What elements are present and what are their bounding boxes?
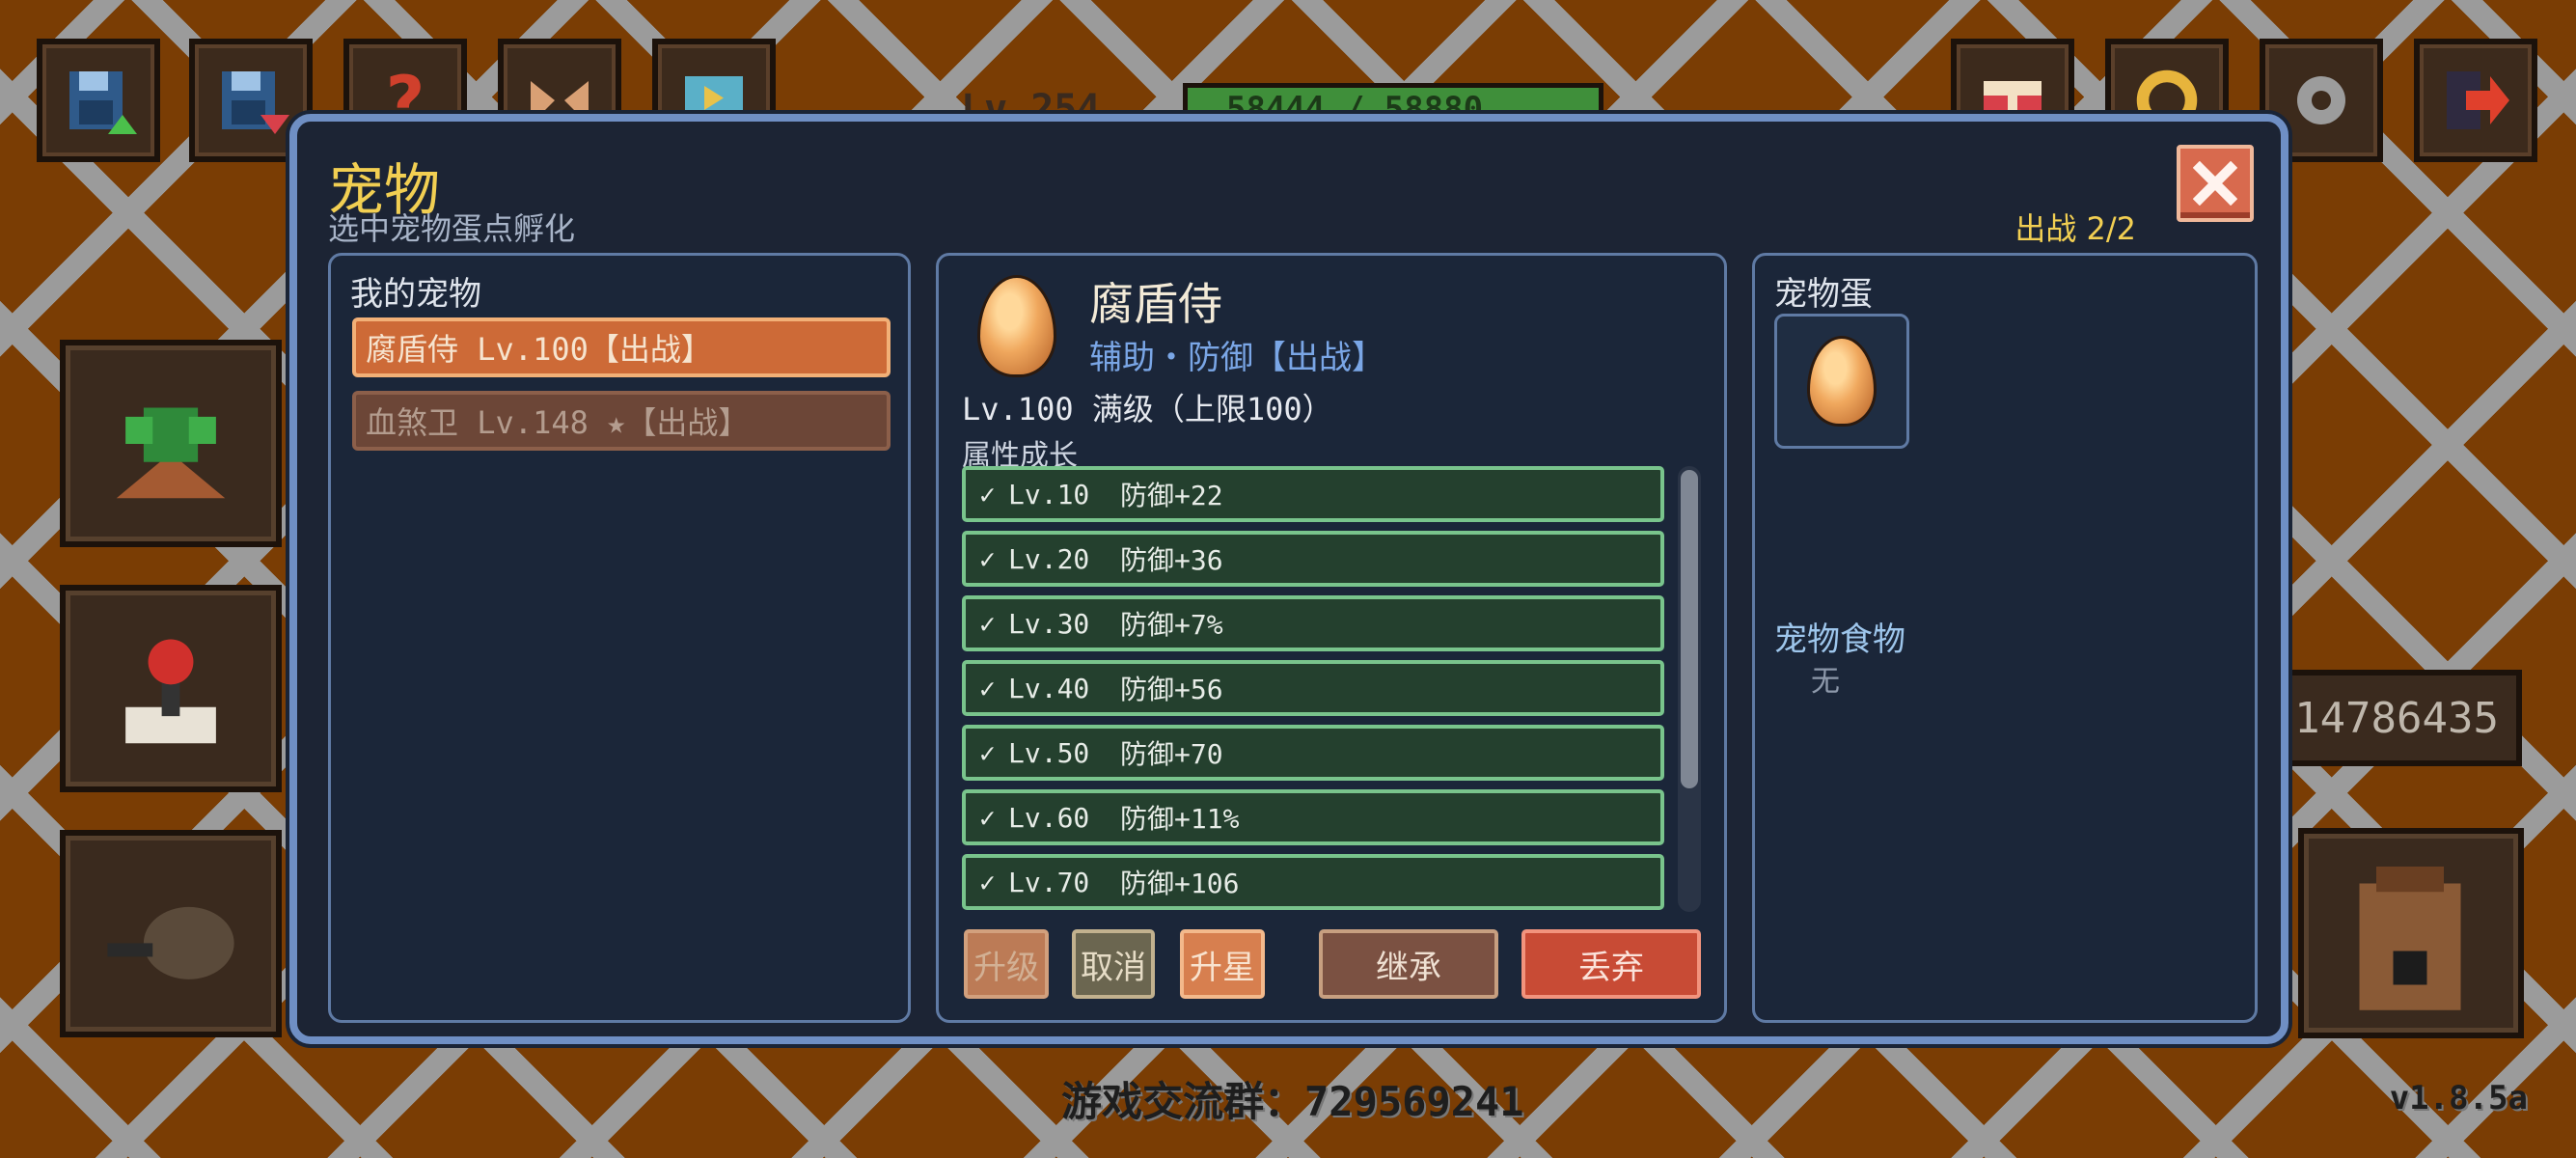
version-label: v1.8.5a <box>2389 1079 2528 1117</box>
growth-level: Lv.70 <box>1008 866 1090 898</box>
deploy-count: 出战 2/2 <box>2014 210 2136 247</box>
growth-level: Lv.50 <box>1008 736 1090 769</box>
frying-pan-icon <box>107 906 234 979</box>
scrollbar-thumb[interactable] <box>1681 470 1698 788</box>
pet-detail-panel: 腐盾侍 辅助・防御【出战】 Lv.100 满级（上限100） 属性成长 ✓ Lv… <box>936 253 1727 1023</box>
group-info: 游戏交流群：729569241 <box>1061 1078 1524 1125</box>
growth-level: Lv.40 <box>1008 672 1090 704</box>
growth-scrollbar[interactable] <box>1678 466 1701 912</box>
growth-level: Lv.10 <box>1008 478 1090 510</box>
check-icon: ✓ <box>979 866 996 898</box>
save-upload-button[interactable] <box>37 39 160 162</box>
growth-row: ✓ Lv.40 防御+56 <box>962 660 1664 716</box>
check-icon: ✓ <box>979 801 996 834</box>
farm-button[interactable] <box>60 340 282 547</box>
backpack-button[interactable] <box>2298 828 2524 1038</box>
growth-stat: 防御+36 <box>1120 544 1223 576</box>
pet-level: Lv.100 满级（上限100） <box>962 391 1333 427</box>
floppy-download-icon <box>222 71 289 134</box>
pet-type: 辅助・防御【出战】 <box>1089 339 1384 377</box>
discard-button[interactable]: 丢弃 <box>1521 929 1701 999</box>
backpack-icon <box>2359 867 2461 1010</box>
joystick-icon <box>125 638 216 743</box>
growth-stat: 防御+22 <box>1120 480 1223 511</box>
egg-icon <box>1807 336 1877 427</box>
growth-row: ✓ Lv.50 防御+70 <box>962 725 1664 781</box>
close-icon <box>2193 161 2237 206</box>
inherit-button[interactable]: 继承 <box>1319 929 1498 999</box>
exit-button[interactable] <box>2414 39 2537 162</box>
pet-list-item[interactable]: 血煞卫 Lv.148 ★【出战】 <box>352 391 891 451</box>
minigame-button[interactable] <box>60 585 282 792</box>
pet-name: 腐盾侍 <box>1089 278 1222 330</box>
growth-stat: 防御+7% <box>1120 609 1223 641</box>
my-pets-label: 我的宠物 <box>350 275 481 314</box>
growth-level: Lv.20 <box>1008 542 1090 575</box>
growth-row: ✓ Lv.20 防御+36 <box>962 531 1664 587</box>
dialog-subtitle: 选中宠物蛋点孵化 <box>328 210 576 247</box>
egg-panel: 宠物蛋 宠物食物 无 <box>1752 253 2258 1023</box>
growth-list: ✓ Lv.10 防御+22 ✓ Lv.20 防御+36 ✓ Lv.30 防御+7… <box>962 466 1664 919</box>
growth-stat: 防御+11% <box>1120 803 1240 835</box>
check-icon: ✓ <box>979 736 996 769</box>
growth-stat: 防御+56 <box>1120 674 1223 705</box>
check-icon: ✓ <box>979 478 996 510</box>
pet-list-item[interactable]: 腐盾侍 Lv.100【出战】 <box>352 317 891 377</box>
growth-stat: 防御+70 <box>1120 738 1223 770</box>
gear-icon <box>2297 76 2345 124</box>
plant-icon <box>116 407 226 498</box>
upgrade-button[interactable]: 升级 <box>964 929 1049 999</box>
coin-counter: 14786435 <box>2283 670 2522 766</box>
growth-level: Lv.60 <box>1008 801 1090 834</box>
my-pets-panel: 我的宠物 腐盾侍 Lv.100【出战】 血煞卫 Lv.148 ★【出战】 <box>328 253 911 1023</box>
growth-row: ✓ Lv.10 防御+22 <box>962 466 1664 522</box>
exit-arrow-icon <box>2447 71 2509 129</box>
food-label: 宠物食物 <box>1774 620 1905 659</box>
growth-row: ✓ Lv.60 防御+11% <box>962 789 1664 845</box>
floppy-upload-icon <box>69 71 137 134</box>
growth-row: ✓ Lv.70 防御+106 <box>962 854 1664 910</box>
star-up-button[interactable]: 升星 <box>1180 929 1265 999</box>
food-value: 无 <box>1811 665 1840 699</box>
growth-stat: 防御+106 <box>1120 868 1240 899</box>
close-button[interactable] <box>2177 145 2254 222</box>
cooking-button[interactable] <box>60 830 282 1037</box>
egg-label: 宠物蛋 <box>1774 275 1873 314</box>
growth-row: ✓ Lv.30 防御+7% <box>962 595 1664 651</box>
growth-level: Lv.30 <box>1008 607 1090 640</box>
check-icon: ✓ <box>979 672 996 704</box>
cancel-button[interactable]: 取消 <box>1072 929 1155 999</box>
egg-slot[interactable] <box>1774 314 1909 449</box>
pet-egg-icon <box>977 275 1056 377</box>
pet-dialog: 宠物 选中宠物蛋点孵化 出战 2/2 我的宠物 腐盾侍 Lv.100【出战】 血… <box>289 114 2288 1044</box>
check-icon: ✓ <box>979 607 996 640</box>
check-icon: ✓ <box>979 542 996 575</box>
